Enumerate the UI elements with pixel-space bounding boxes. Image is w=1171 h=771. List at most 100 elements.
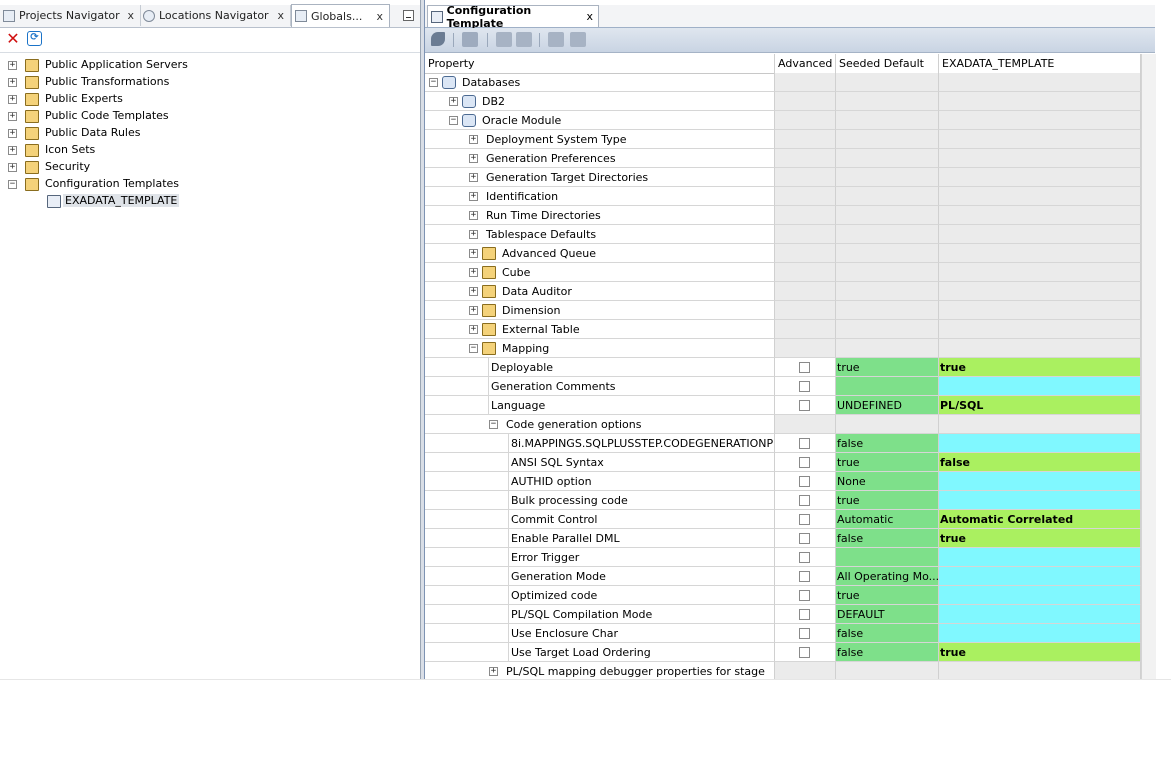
template-value-cell[interactable]: true [939,643,1141,662]
property-row[interactable]: + Tablespace Defaults [425,225,1141,244]
property-row[interactable]: + Deployment System Type [425,130,1141,149]
tree-node[interactable]: + Public Data Rules [0,125,420,142]
property-row[interactable]: Use Enclosure Char false [425,624,1141,643]
advanced-checkbox[interactable] [799,514,810,525]
advanced-checkbox[interactable] [799,457,810,468]
template-value-cell[interactable]: PL/SQL [939,396,1141,415]
expand-icon[interactable]: + [469,287,478,296]
collapse-icon[interactable]: − [8,180,17,189]
expand-icon[interactable]: + [8,129,17,138]
copy-icon[interactable] [548,32,564,47]
property-row[interactable]: − Oracle Module [425,111,1141,130]
edit-icon[interactable] [496,32,512,47]
expand-icon[interactable]: + [469,154,478,163]
expand-icon[interactable]: + [469,306,478,315]
template-value-cell[interactable] [939,605,1141,624]
template-value-cell[interactable]: true [939,358,1141,377]
paste-icon[interactable] [570,32,586,47]
advanced-checkbox[interactable] [799,381,810,392]
advanced-checkbox[interactable] [799,362,810,373]
expand-icon[interactable]: + [8,146,17,155]
property-row[interactable]: Bulk processing code true [425,491,1141,510]
expand-icon[interactable]: + [469,192,478,201]
advanced-checkbox[interactable] [799,571,810,582]
property-row[interactable]: + PL/SQL mapping debugger properties for … [425,662,1141,679]
minimize-panel-button[interactable] [403,10,414,21]
property-row[interactable]: ANSI SQL Syntax true false [425,453,1141,472]
property-row[interactable]: Optimized code true [425,586,1141,605]
collapse-icon[interactable]: − [489,420,498,429]
template-value-cell[interactable] [939,548,1141,567]
property-row[interactable]: + Dimension [425,301,1141,320]
expand-icon[interactable]: + [8,112,17,121]
tab-globals-navigator[interactable]: Globals... x [291,4,390,27]
expand-icon[interactable]: + [469,211,478,220]
template-value-cell[interactable] [939,434,1141,453]
template-value-cell[interactable]: true [939,529,1141,548]
advanced-checkbox[interactable] [799,552,810,563]
property-row[interactable]: 8i.MAPPINGS.SQLPLUSSTEP.CODEGENERATIONP f… [425,434,1141,453]
tree-node[interactable]: + Icon Sets [0,142,420,159]
tree-node[interactable]: − Configuration Templates [0,176,420,193]
property-row[interactable]: Deployable true true [425,358,1141,377]
property-row[interactable]: AUTHID option None [425,472,1141,491]
property-row[interactable]: PL/SQL Compilation Mode DEFAULT [425,605,1141,624]
expand-icon[interactable]: + [8,163,17,172]
property-row[interactable]: − Code generation options [425,415,1141,434]
tree-node[interactable]: + Security [0,159,420,176]
column-header-advanced[interactable]: Advanced [775,54,836,73]
property-row[interactable]: + Cube [425,263,1141,282]
expand-icon[interactable]: + [8,95,17,104]
expand-icon[interactable]: + [469,249,478,258]
template-value-cell[interactable] [939,377,1141,396]
property-row[interactable]: − Databases [425,73,1141,92]
template-value-cell[interactable] [939,472,1141,491]
template-value-cell[interactable] [939,586,1141,605]
close-icon[interactable]: x [586,10,593,23]
advanced-checkbox[interactable] [799,476,810,487]
expand-icon[interactable]: + [469,173,478,182]
property-row[interactable]: − Mapping [425,339,1141,358]
column-header-seeded-default[interactable]: Seeded Default [836,54,939,73]
advanced-checkbox[interactable] [799,438,810,449]
tree-node[interactable]: EXADATA_TEMPLATE [0,193,420,210]
close-icon[interactable]: x [127,9,134,22]
property-row[interactable]: + Advanced Queue [425,244,1141,263]
property-row[interactable]: Generation Mode All Operating Mo... [425,567,1141,586]
expand-icon[interactable]: + [469,135,478,144]
advanced-checkbox[interactable] [799,628,810,639]
template-value-cell[interactable] [939,624,1141,643]
advanced-checkbox[interactable] [799,609,810,620]
property-row[interactable]: + DB2 [425,92,1141,111]
column-header-property[interactable]: Property [425,54,775,73]
property-row[interactable]: Language UNDEFINED PL/SQL [425,396,1141,415]
expand-icon[interactable]: + [8,78,17,87]
expand-icon[interactable]: + [469,268,478,277]
tree-node[interactable]: + Public Application Servers [0,57,420,74]
tab-projects-navigator[interactable]: Projects Navigator x [0,5,141,26]
property-row[interactable]: + Generation Target Directories [425,168,1141,187]
property-row[interactable]: + Data Auditor [425,282,1141,301]
expand-icon[interactable]: + [469,230,478,239]
tree-node[interactable]: + Public Experts [0,91,420,108]
expand-icon[interactable]: + [8,61,17,70]
property-row[interactable]: + Generation Preferences [425,149,1141,168]
tab-locations-navigator[interactable]: Locations Navigator x [140,5,291,26]
property-row[interactable]: Generation Comments [425,377,1141,396]
property-row[interactable]: + Run Time Directories [425,206,1141,225]
tree-node[interactable]: + Public Code Templates [0,108,420,125]
collapse-icon[interactable]: − [449,116,458,125]
property-row[interactable]: Commit Control Automatic Automatic Correla… [425,510,1141,529]
refresh-icon[interactable]: ⟳ [27,31,42,46]
delete-icon[interactable]: ✕ [5,31,21,47]
property-row[interactable]: Enable Parallel DML false true [425,529,1141,548]
property-row[interactable]: + Identification [425,187,1141,206]
collapse-icon[interactable]: − [429,78,438,87]
template-value-cell[interactable]: Automatic Correlated [939,510,1141,529]
expand-icon[interactable]: + [469,325,478,334]
advanced-checkbox[interactable] [799,400,810,411]
add-property-icon[interactable] [462,32,478,47]
close-icon[interactable]: x [277,9,284,22]
template-value-cell[interactable]: false [939,453,1141,472]
collapse-icon[interactable]: − [469,344,478,353]
